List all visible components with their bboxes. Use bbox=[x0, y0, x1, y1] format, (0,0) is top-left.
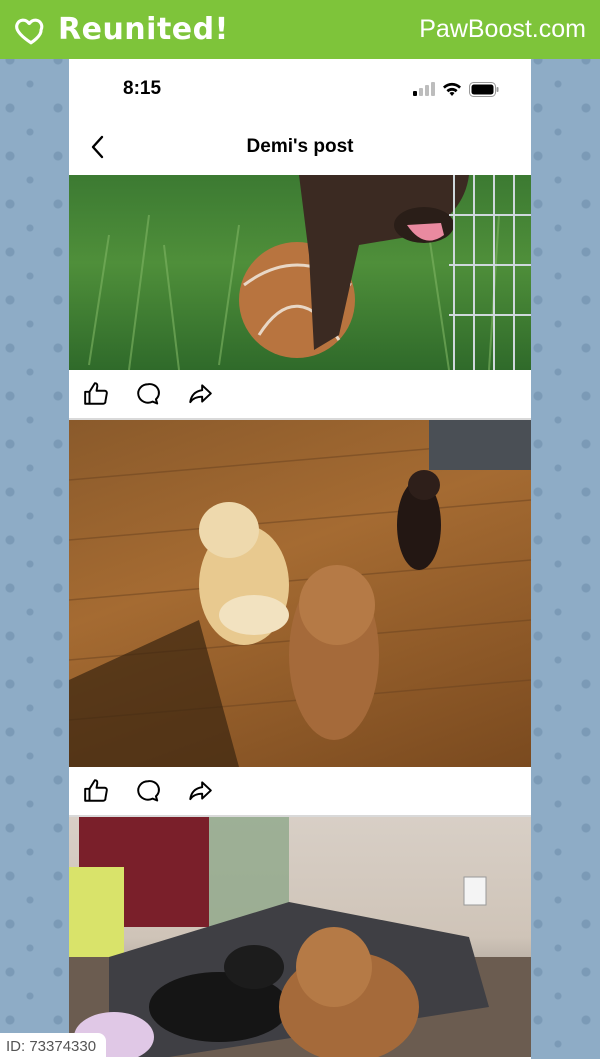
id-label: ID: 73374330 bbox=[0, 1033, 107, 1059]
comment-icon[interactable] bbox=[135, 778, 161, 804]
post-image-dogs-on-bed[interactable] bbox=[69, 817, 531, 1057]
post-actions bbox=[69, 370, 531, 420]
banner-left: Reunited! bbox=[14, 12, 229, 47]
post-image-dog-with-ball[interactable] bbox=[69, 175, 531, 370]
reunited-banner: Reunited! PawBoost.com bbox=[0, 0, 600, 59]
dogs-on-bed-illustration bbox=[69, 817, 531, 1057]
status-bar: 8:15 bbox=[69, 59, 531, 119]
banner-title: Reunited! bbox=[58, 12, 229, 47]
dog-ball-illustration bbox=[88, 175, 531, 370]
post-header: Demi's post bbox=[69, 119, 531, 175]
three-dogs-illustration bbox=[69, 420, 531, 767]
share-icon[interactable] bbox=[187, 778, 213, 804]
like-icon[interactable] bbox=[83, 381, 109, 407]
comment-icon[interactable] bbox=[135, 381, 161, 407]
status-icons bbox=[413, 81, 499, 97]
phone-screenshot: 8:15 Demi's post bbox=[69, 59, 531, 1059]
post-image-three-dogs[interactable] bbox=[69, 420, 531, 767]
status-time: 8:15 bbox=[123, 78, 162, 99]
share-icon[interactable] bbox=[187, 381, 213, 407]
signal-icon bbox=[413, 82, 435, 96]
wifi-icon bbox=[443, 82, 461, 96]
like-icon[interactable] bbox=[83, 778, 109, 804]
post-actions bbox=[69, 767, 531, 817]
heart-icon bbox=[15, 18, 44, 44]
brand-name: PawBoost.com bbox=[419, 15, 586, 43]
page-title: Demi's post bbox=[246, 136, 354, 157]
battery-icon bbox=[469, 81, 499, 97]
chevron-left-icon[interactable] bbox=[87, 133, 109, 161]
